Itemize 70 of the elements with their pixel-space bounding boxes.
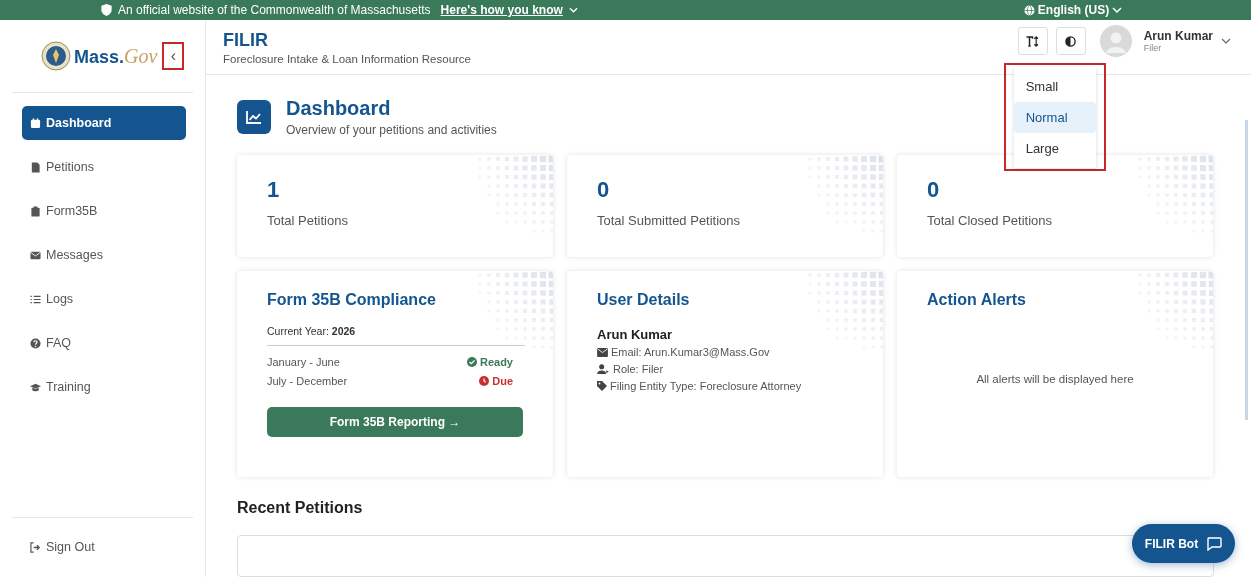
chat-bot-button[interactable]: FILIR Bot bbox=[1132, 524, 1235, 563]
user-icon bbox=[597, 364, 610, 374]
tag-icon bbox=[597, 381, 607, 391]
sidebar-item[interactable]: FAQ bbox=[22, 326, 186, 360]
empty-alerts-text: All alerts will be displayed here bbox=[975, 373, 1135, 385]
user-detail-text: Filing Entity Type: Foreclosure Attorney bbox=[610, 380, 802, 392]
stat-label: Total Submitted Petitions bbox=[597, 213, 742, 228]
period-status: Ready bbox=[466, 356, 513, 368]
sidebar-item[interactable]: Dashboard bbox=[22, 106, 186, 140]
period-status: Due bbox=[479, 375, 513, 387]
chevron-down-icon[interactable] bbox=[1221, 38, 1231, 44]
text-size-icon bbox=[1026, 35, 1040, 47]
app-title: FILIR bbox=[223, 29, 269, 51]
period-label: January - June bbox=[267, 356, 340, 368]
page-title: Dashboard bbox=[286, 97, 392, 120]
sidebar-item[interactable]: Petitions bbox=[22, 150, 186, 184]
list-icon bbox=[30, 293, 41, 305]
mass-gov-logo[interactable]: Mass.Gov bbox=[74, 44, 158, 68]
scrollbar-thumb[interactable] bbox=[1245, 120, 1248, 420]
font-size-button[interactable] bbox=[1017, 27, 1048, 55]
globe-icon bbox=[1023, 4, 1035, 16]
sign-out-icon bbox=[30, 541, 41, 553]
graduation-cap-icon bbox=[30, 381, 41, 393]
current-year: Current Year: 2026 bbox=[267, 325, 525, 346]
form-35b-reporting-button[interactable]: Form 35B Reporting → bbox=[267, 407, 523, 437]
clock-icon bbox=[479, 376, 490, 386]
document-icon bbox=[30, 161, 41, 173]
envelope-icon bbox=[30, 249, 41, 261]
sidebar-item[interactable]: Training bbox=[22, 370, 186, 404]
sidebar-item[interactable]: Form35B bbox=[22, 194, 186, 228]
how-you-know-link[interactable]: Here's how you know bbox=[440, 3, 563, 17]
official-text: An official website of the Commonwealth of Massachusetts bbox=[118, 3, 431, 17]
user-name[interactable]: Arun Kumar bbox=[1143, 29, 1213, 43]
chevron-down-icon bbox=[1112, 7, 1123, 13]
user-full-name: Arun Kumar bbox=[597, 327, 674, 342]
card-title: Form 35B Compliance bbox=[267, 291, 437, 309]
contrast-icon bbox=[1065, 35, 1077, 47]
period-label: July - December bbox=[267, 375, 348, 387]
section-title: Recent Petitions bbox=[237, 499, 364, 517]
sidebar-item[interactable]: Logs bbox=[22, 282, 186, 316]
sign-out-button[interactable]: Sign Out bbox=[22, 530, 186, 564]
stat-label: Total Petitions bbox=[267, 213, 349, 228]
language-selector[interactable]: English (US) bbox=[1023, 3, 1123, 17]
collapse-sidebar-button[interactable]: ‹ bbox=[162, 42, 185, 70]
card-title: User Details bbox=[597, 291, 691, 309]
help-icon bbox=[30, 337, 41, 349]
check-circle-icon bbox=[466, 357, 477, 367]
user-detail-text: Email: Arun.Kumar3@Mass.Gov bbox=[611, 346, 770, 358]
stat-value: 1 bbox=[267, 177, 281, 203]
chat-icon bbox=[1206, 536, 1223, 551]
app-subtitle: Foreclosure Intake & Loan Information Resource bbox=[223, 52, 472, 65]
font-size-option[interactable]: Large bbox=[1013, 133, 1096, 164]
clipboard-icon bbox=[30, 205, 41, 217]
calendar-icon bbox=[30, 117, 41, 129]
sidebar-item[interactable]: Messages bbox=[22, 238, 186, 272]
chart-icon bbox=[237, 100, 271, 134]
user-role: Filer bbox=[1143, 43, 1163, 53]
font-size-option[interactable]: Small bbox=[1013, 71, 1096, 102]
seal-icon bbox=[41, 41, 71, 71]
contrast-button[interactable] bbox=[1055, 27, 1086, 55]
page-subtitle: Overview of your petitions and activities bbox=[286, 123, 497, 137]
envelope-icon bbox=[597, 347, 608, 357]
stat-value: 0 bbox=[927, 177, 941, 203]
chevron-down-icon bbox=[568, 7, 578, 13]
shield-icon bbox=[101, 4, 112, 16]
font-size-option[interactable]: Normal bbox=[1013, 102, 1096, 133]
stat-label: Total Closed Petitions bbox=[927, 213, 1053, 228]
stat-value: 0 bbox=[597, 177, 611, 203]
user-detail-text: Role: Filer bbox=[613, 363, 664, 375]
card-title: Action Alerts bbox=[927, 291, 1027, 309]
